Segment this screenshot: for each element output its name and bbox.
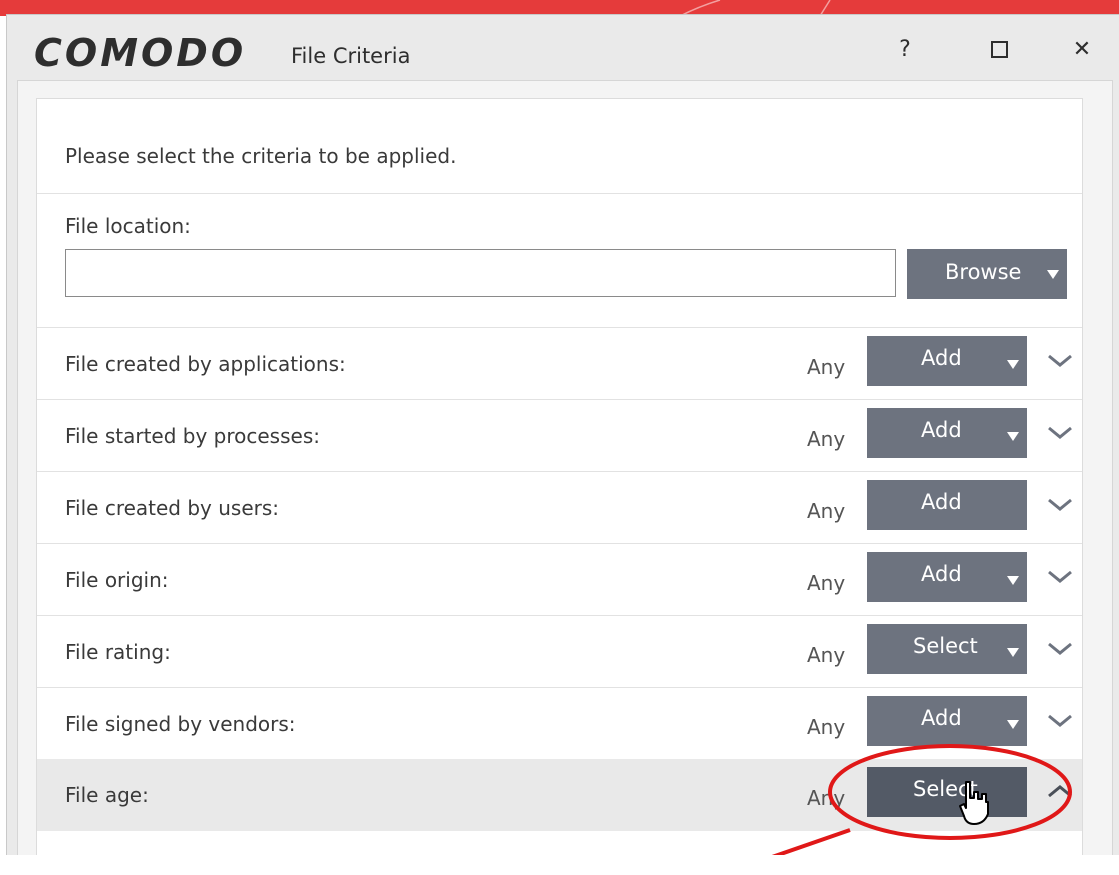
row-label: File started by processes: — [65, 424, 320, 448]
row-label: File rating: — [65, 640, 171, 664]
dropdown-arrow-icon — [1007, 720, 1019, 729]
close-icon: ✕ — [1072, 36, 1092, 62]
criteria-row-applications: File created by applications: Any Add — [37, 328, 1082, 400]
row-label: File age: — [65, 783, 149, 807]
file-location-label: File location: — [65, 214, 191, 238]
criteria-row-users: File created by users: Any Add — [37, 472, 1082, 544]
row-label: File signed by vendors: — [65, 712, 296, 736]
button-label: Select — [913, 634, 978, 658]
row-label: File created by users: — [65, 496, 280, 520]
help-icon: ? — [899, 36, 911, 62]
button-label: Add — [921, 490, 962, 514]
chevron-down-icon[interactable] — [1045, 708, 1075, 732]
chevron-up-icon[interactable] — [1045, 779, 1075, 803]
row-value: Any — [807, 715, 846, 739]
row-value: Any — [807, 499, 846, 523]
row-label: File origin: — [65, 568, 169, 592]
add-processes-button[interactable]: Add — [867, 408, 1027, 458]
browse-button-label: Browse — [945, 260, 1022, 284]
dropdown-arrow-icon — [1007, 648, 1019, 657]
criteria-row-rating: File rating: Any Select — [37, 616, 1082, 688]
select-age-button[interactable]: Select — [867, 767, 1027, 817]
add-users-button[interactable]: Add — [867, 480, 1027, 530]
maximize-icon — [990, 40, 1008, 58]
chevron-down-icon[interactable] — [1045, 636, 1075, 660]
intro-text: Please select the criteria to be applied… — [65, 144, 457, 168]
row-value: Any — [807, 643, 846, 667]
button-label: Add — [921, 706, 962, 730]
close-button[interactable]: ✕ — [1062, 29, 1102, 69]
bottom-edge — [0, 855, 1119, 875]
criteria-row-origin: File origin: Any Add — [37, 544, 1082, 616]
comodo-logo: COMODO — [34, 31, 247, 75]
browse-button[interactable]: Browse — [907, 249, 1067, 299]
dropdown-arrow-icon — [1007, 432, 1019, 441]
maximize-button[interactable] — [979, 29, 1019, 69]
criteria-panel: Please select the criteria to be applied… — [36, 98, 1083, 858]
row-value: Any — [807, 786, 846, 810]
button-label: Add — [921, 562, 962, 586]
file-location-input[interactable] — [65, 249, 896, 297]
dropdown-arrow-icon — [1007, 360, 1019, 369]
chevron-down-icon[interactable] — [1045, 564, 1075, 588]
dropdown-arrow-icon — [1007, 576, 1019, 585]
button-label: Add — [921, 418, 962, 442]
add-origin-button[interactable]: Add — [867, 552, 1027, 602]
divider — [37, 193, 1082, 194]
criteria-row-processes: File started by processes: Any Add — [37, 400, 1082, 472]
chevron-down-icon[interactable] — [1045, 420, 1075, 444]
add-vendors-button[interactable]: Add — [867, 696, 1027, 746]
row-value: Any — [807, 427, 846, 451]
row-label: File created by applications: — [65, 352, 346, 376]
criteria-row-age: File age: Any Select — [37, 759, 1082, 831]
button-label: Select — [913, 777, 978, 801]
criteria-row-vendors: File signed by vendors: Any Add — [37, 688, 1082, 760]
chevron-down-icon[interactable] — [1045, 348, 1075, 372]
row-value: Any — [807, 355, 846, 379]
dropdown-arrow-icon — [1047, 270, 1059, 279]
chevron-down-icon[interactable] — [1045, 492, 1075, 516]
add-applications-button[interactable]: Add — [867, 336, 1027, 386]
button-label: Add — [921, 346, 962, 370]
dialog-title: File Criteria — [291, 44, 411, 68]
help-button[interactable]: ? — [885, 29, 925, 69]
row-value: Any — [807, 571, 846, 595]
select-rating-button[interactable]: Select — [867, 624, 1027, 674]
